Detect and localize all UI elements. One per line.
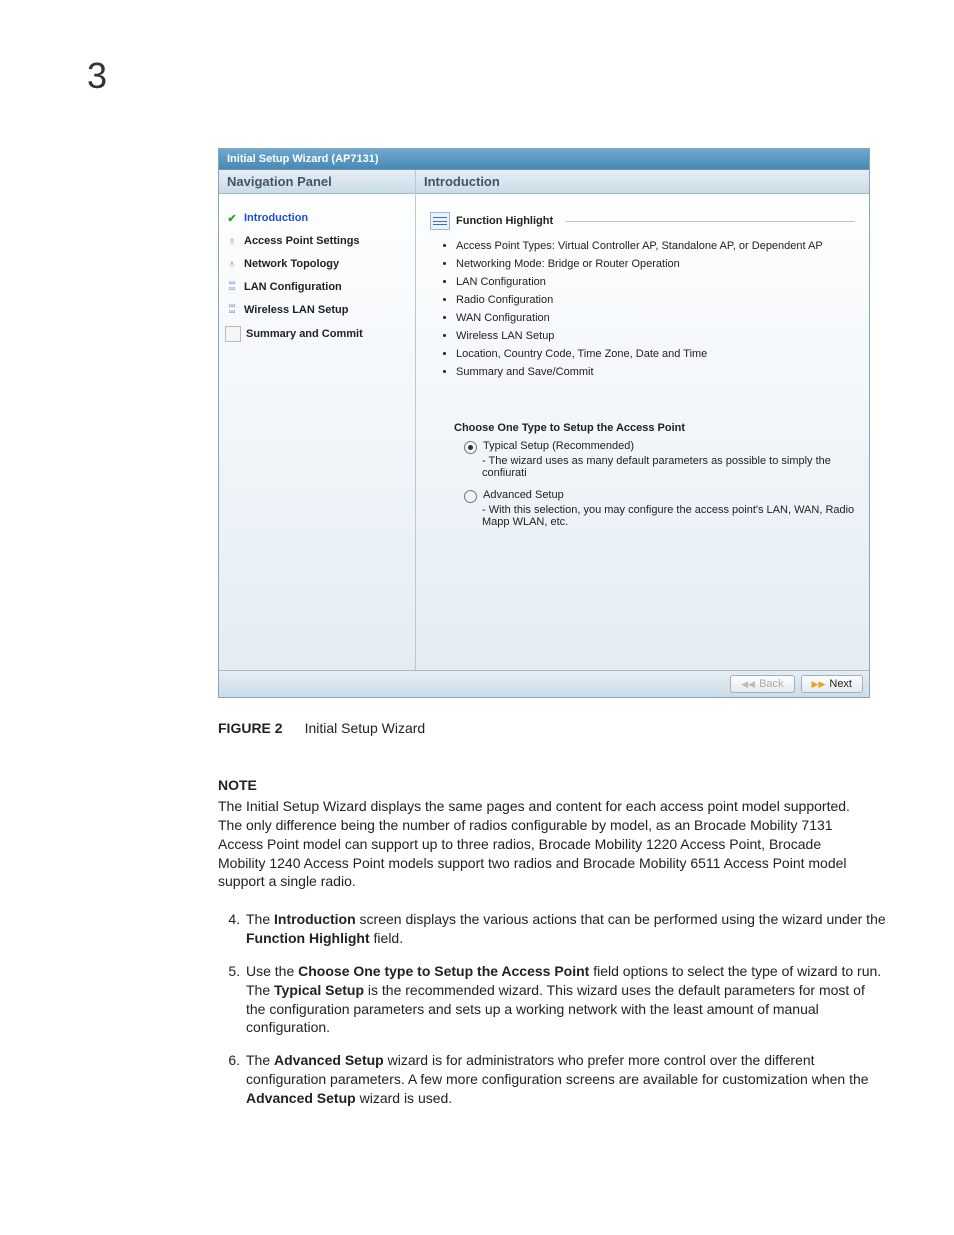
step-list: The Introduction screen displays the var… bbox=[218, 910, 886, 1122]
ap-icon: ♁ bbox=[225, 234, 239, 248]
next-button[interactable]: ▶▶Next bbox=[801, 675, 863, 693]
ap-icon: ♁ bbox=[225, 257, 239, 271]
list-item: Wireless LAN Setup bbox=[456, 330, 855, 342]
radio-typical[interactable]: Typical Setup (Recommended) bbox=[464, 440, 855, 454]
lan-icon: ▫▫▫▫ bbox=[225, 280, 239, 294]
figure-caption: FIGURE 2Initial Setup Wizard bbox=[218, 720, 425, 736]
function-highlight-list: Access Point Types: Virtual Controller A… bbox=[456, 240, 855, 378]
wizard-titlebar: Initial Setup Wizard (AP7131) bbox=[219, 149, 869, 170]
function-highlight-header: Function Highlight bbox=[430, 212, 855, 230]
back-arrow-icon: ◀◀ bbox=[741, 679, 755, 690]
nav-item-introduction[interactable]: ✔Introduction bbox=[225, 211, 409, 225]
nav-item-lan-config[interactable]: ▫▫▫▫LAN Configuration bbox=[225, 280, 409, 294]
next-arrow-icon: ▶▶ bbox=[812, 679, 826, 690]
nav-item-network-topology[interactable]: ♁Network Topology bbox=[225, 257, 409, 271]
list-item: WAN Configuration bbox=[456, 312, 855, 324]
radio-icon[interactable] bbox=[464, 441, 477, 454]
nav-item-summary[interactable]: Summary and Commit bbox=[225, 326, 409, 342]
list-item: Summary and Save/Commit bbox=[456, 366, 855, 378]
choose-type-header: Choose One Type to Setup the Access Poin… bbox=[454, 422, 855, 434]
step-5: Use the Choose One type to Setup the Acc… bbox=[244, 962, 886, 1038]
list-item: LAN Configuration bbox=[456, 276, 855, 288]
radio-advanced-desc: - With this selection, you may configure… bbox=[482, 504, 855, 528]
list-item: Radio Configuration bbox=[456, 294, 855, 306]
nav-item-ap-settings[interactable]: ♁Access Point Settings bbox=[225, 234, 409, 248]
note-body: The Initial Setup Wizard displays the sa… bbox=[218, 797, 860, 891]
chapter-number: 3 bbox=[87, 55, 107, 97]
list-item: Location, Country Code, Time Zone, Date … bbox=[456, 348, 855, 360]
note-block: NOTE The Initial Setup Wizard displays t… bbox=[218, 776, 860, 891]
step-6: The Advanced Setup wizard is for adminis… bbox=[244, 1051, 886, 1108]
nav-header: Navigation Panel bbox=[219, 170, 415, 194]
doc-icon bbox=[225, 326, 241, 342]
radio-icon[interactable] bbox=[464, 490, 477, 503]
wizard-screenshot: Initial Setup Wizard (AP7131) Navigation… bbox=[218, 148, 870, 698]
main-panel: Introduction Function Highlight Access P… bbox=[416, 170, 869, 670]
back-button: ◀◀Back bbox=[730, 675, 794, 693]
nav-panel: Navigation Panel ✔Introduction ♁Access P… bbox=[219, 170, 416, 670]
lan-icon: ▫▫▫▫ bbox=[225, 303, 239, 317]
radio-typical-desc: - The wizard uses as many default parame… bbox=[482, 455, 855, 479]
nav-item-wlan-setup[interactable]: ▫▫▫▫Wireless LAN Setup bbox=[225, 303, 409, 317]
list-item: Access Point Types: Virtual Controller A… bbox=[456, 240, 855, 252]
note-heading: NOTE bbox=[218, 776, 860, 795]
wizard-footer: ◀◀Back ▶▶Next bbox=[219, 670, 869, 697]
list-icon bbox=[430, 212, 450, 230]
list-item: Networking Mode: Bridge or Router Operat… bbox=[456, 258, 855, 270]
step-4: The Introduction screen displays the var… bbox=[244, 910, 886, 948]
main-header: Introduction bbox=[416, 170, 869, 194]
check-icon: ✔ bbox=[225, 211, 239, 225]
radio-advanced[interactable]: Advanced Setup bbox=[464, 489, 855, 503]
